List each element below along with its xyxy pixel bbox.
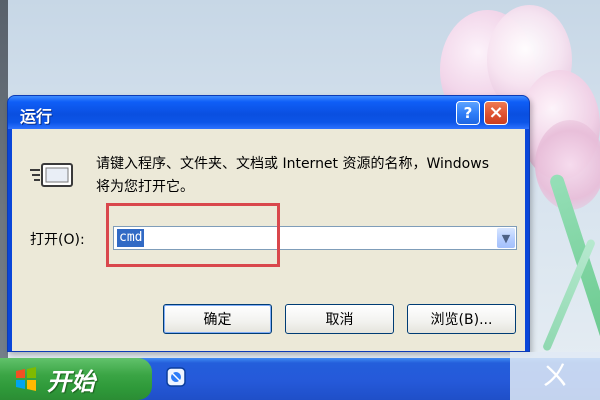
start-label: 开始: [47, 367, 95, 396]
open-input-value[interactable]: cmd: [117, 229, 145, 247]
dialog-body: 请键入程序、文件夹、文档或 Internet 资源的名称，Windows 将为您…: [12, 129, 525, 351]
close-button[interactable]: ×: [484, 101, 508, 125]
run-icon: [30, 163, 73, 187]
chevron-down-icon[interactable]: ▼: [497, 228, 515, 248]
cancel-button[interactable]: 取消: [285, 304, 394, 334]
watermark: ㄨ: [510, 352, 600, 400]
dialog-titlebar[interactable]: 运行 ? ×: [8, 96, 529, 129]
dialog-description: 请键入程序、文件夹、文档或 Internet 资源的名称，Windows 将为您…: [96, 156, 489, 195]
dialog-title: 运行: [20, 107, 53, 126]
quick-launch-icon[interactable]: [166, 367, 186, 387]
open-combobox[interactable]: cmd ▼: [113, 226, 517, 250]
help-button[interactable]: ?: [456, 101, 480, 125]
windows-logo-icon: [16, 367, 36, 391]
open-label: 打开(O):: [30, 232, 85, 248]
start-button[interactable]: 开始: [0, 358, 152, 400]
ok-button[interactable]: 确定: [163, 304, 272, 334]
browse-button[interactable]: 浏览(B)...: [407, 304, 516, 334]
run-dialog: 运行 ? × 请键入程序、文件夹、文档或 Internet 资源的名称，Wind…: [7, 95, 530, 352]
